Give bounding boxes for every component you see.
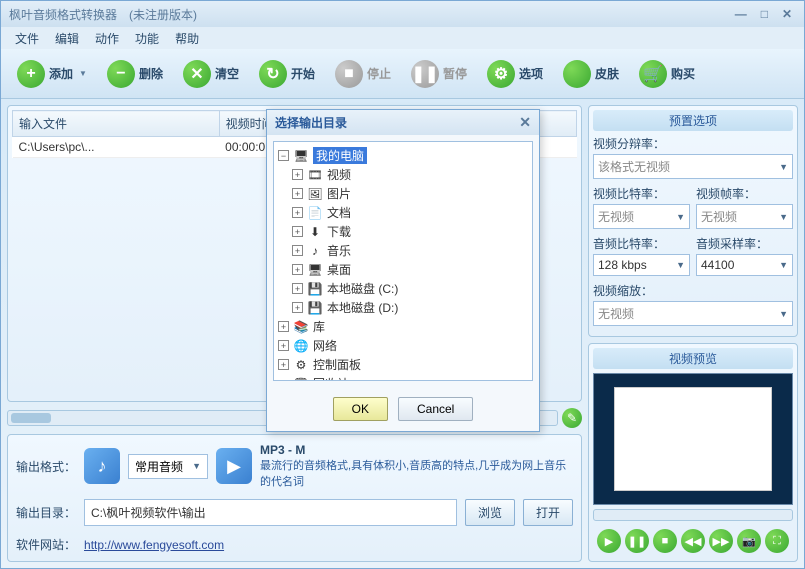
cart-icon: 🛒 [639,60,667,88]
preview-panel: 视频预览 ▶ ❚❚ ■ ◀◀ ▶▶ 📷 ⛶ [588,343,798,562]
document-folder-icon: 📄 [307,205,323,221]
video-folder-icon: 🎞 [307,167,323,183]
menu-function[interactable]: 功能 [129,28,165,49]
app-window: 枫叶音频格式转换器 (未注册版本) — □ ✕ 文件 编辑 动作 功能 帮助 +… [0,0,805,569]
folder-dialog: 选择输出目录 ✕ −🖥我的电脑 +🎞视频 +🖼图片 +📄文档 +⬇下载 +♪音乐… [266,109,540,432]
window-title: 枫叶音频格式转换器 (未注册版本) [9,6,731,23]
tree-diskd[interactable]: +💾本地磁盘 (D:) [278,298,528,317]
start-button[interactable]: ↻开始 [251,56,323,92]
menu-action[interactable]: 动作 [89,28,125,49]
tree-desktop[interactable]: +🖥桌面 [278,260,528,279]
folder-tree[interactable]: −🖥我的电脑 +🎞视频 +🖼图片 +📄文档 +⬇下载 +♪音乐 +🖥桌面 +💾本… [273,141,533,381]
dir-label: 输出目录： [16,504,76,521]
site-link[interactable]: http://www.fengyesoft.com [84,538,224,552]
tree-controlpanel[interactable]: +⚙控制面板 [278,355,528,374]
preset-title: 预置选项 [593,110,793,131]
resolution-select[interactable]: 该格式无视频▼ [593,154,793,179]
open-button[interactable]: 打开 [523,499,573,526]
preview-area [593,373,793,505]
tree-picture[interactable]: +🖼图片 [278,184,528,203]
edit-icon[interactable]: ✎ [562,408,582,428]
prev-button[interactable]: ◀◀ [681,529,705,553]
disk-icon: 💾 [307,300,323,316]
computer-icon: 🖥 [293,148,309,164]
remove-button[interactable]: −删除 [99,56,171,92]
minimize-button[interactable]: — [731,7,751,21]
player-stop-button[interactable]: ■ [653,529,677,553]
tree-network[interactable]: +🌐网络 [278,336,528,355]
player-pause-button[interactable]: ❚❚ [625,529,649,553]
abitrate-select[interactable]: 128 kbps▼ [593,254,690,276]
buy-button[interactable]: 🛒购买 [631,56,703,92]
desktop-icon: 🖥 [307,262,323,278]
clear-button[interactable]: ✕清空 [175,56,247,92]
menu-edit[interactable]: 编辑 [49,28,85,49]
dialog-title: 选择输出目录 [275,114,347,131]
refresh-icon: ↻ [259,60,287,88]
format-desc: 最流行的音频格式,具有体积小,音质高的特点,几乎成为网上音乐的代名词 [260,457,573,489]
network-icon: 🌐 [293,338,309,354]
add-button[interactable]: +添加▼ [9,56,95,92]
next-button[interactable]: ▶▶ [709,529,733,553]
disk-icon: 💾 [307,281,323,297]
close-button[interactable]: ✕ [778,7,796,21]
seek-slider[interactable] [593,509,793,521]
vbitrate-select[interactable]: 无视频▼ [593,204,690,229]
recycle-icon: 🗑 [293,376,309,382]
library-icon: 📚 [293,319,309,335]
preview-thumbnail [614,387,772,491]
menubar: 文件 编辑 动作 功能 帮助 [1,27,804,49]
vscale-select[interactable]: 无视频▼ [593,301,793,326]
output-panel: 输出格式： ♪ 常用音频▼ ▶ MP3 - M 最流行的音频格式,具有体积小,音… [7,434,582,562]
tree-video[interactable]: +🎞视频 [278,165,528,184]
asample-select[interactable]: 44100▼ [696,254,793,276]
play-button[interactable]: ▶ [597,529,621,553]
tree-mycomputer[interactable]: −🖥我的电脑 [278,146,528,165]
preview-title: 视频预览 [593,348,793,369]
pause-icon: ❚❚ [411,60,439,88]
menu-file[interactable]: 文件 [9,28,45,49]
output-dir-input[interactable]: C:\枫叶视频软件\输出 [84,499,457,526]
dialog-cancel-button[interactable]: Cancel [398,397,473,421]
tools-icon: ⚙ [487,60,515,88]
tree-document[interactable]: +📄文档 [278,203,528,222]
format-icon: ▶ [216,448,252,484]
format-label: 输出格式： [16,458,76,475]
browse-button[interactable]: 浏览 [465,499,515,526]
dialog-close-button[interactable]: ✕ [519,114,531,131]
tree-recycle[interactable]: 🗑回收站 [278,374,528,381]
dialog-ok-button[interactable]: OK [333,397,388,421]
download-folder-icon: ⬇ [307,224,323,240]
tree-music[interactable]: +♪音乐 [278,241,528,260]
maximize-button[interactable]: □ [757,7,772,21]
toolbar: +添加▼ −删除 ✕清空 ↻开始 ■停止 ❚❚暂停 ⚙选项 皮肤 🛒购买 [1,49,804,99]
tree-library[interactable]: +📚库 [278,317,528,336]
format-category-select[interactable]: 常用音频▼ [128,454,208,479]
controlpanel-icon: ⚙ [293,357,309,373]
skin-button[interactable]: 皮肤 [555,56,627,92]
pause-button[interactable]: ❚❚暂停 [403,56,475,92]
preset-panel: 预置选项 视频分辩率： 该格式无视频▼ 视频比特率：无视频▼ 视频帧率：无视频▼… [588,105,798,337]
snapshot-button[interactable]: 📷 [737,529,761,553]
stop-icon: ■ [335,60,363,88]
apple-icon [563,60,591,88]
titlebar: 枫叶音频格式转换器 (未注册版本) — □ ✕ [1,1,804,27]
menu-help[interactable]: 帮助 [169,28,205,49]
format-title: MP3 - M [260,443,573,457]
x-icon: ✕ [183,60,211,88]
col-file[interactable]: 输入文件 [13,111,220,137]
minus-icon: − [107,60,135,88]
tree-download[interactable]: +⬇下载 [278,222,528,241]
tree-diskc[interactable]: +💾本地磁盘 (C:) [278,279,528,298]
picture-folder-icon: 🖼 [307,186,323,202]
fullscreen-button[interactable]: ⛶ [765,529,789,553]
site-label: 软件网站： [16,536,76,553]
options-button[interactable]: ⚙选项 [479,56,551,92]
plus-icon: + [17,60,45,88]
music-note-icon: ♪ [84,448,120,484]
vfps-select[interactable]: 无视频▼ [696,204,793,229]
music-folder-icon: ♪ [307,243,323,259]
stop-button[interactable]: ■停止 [327,56,399,92]
